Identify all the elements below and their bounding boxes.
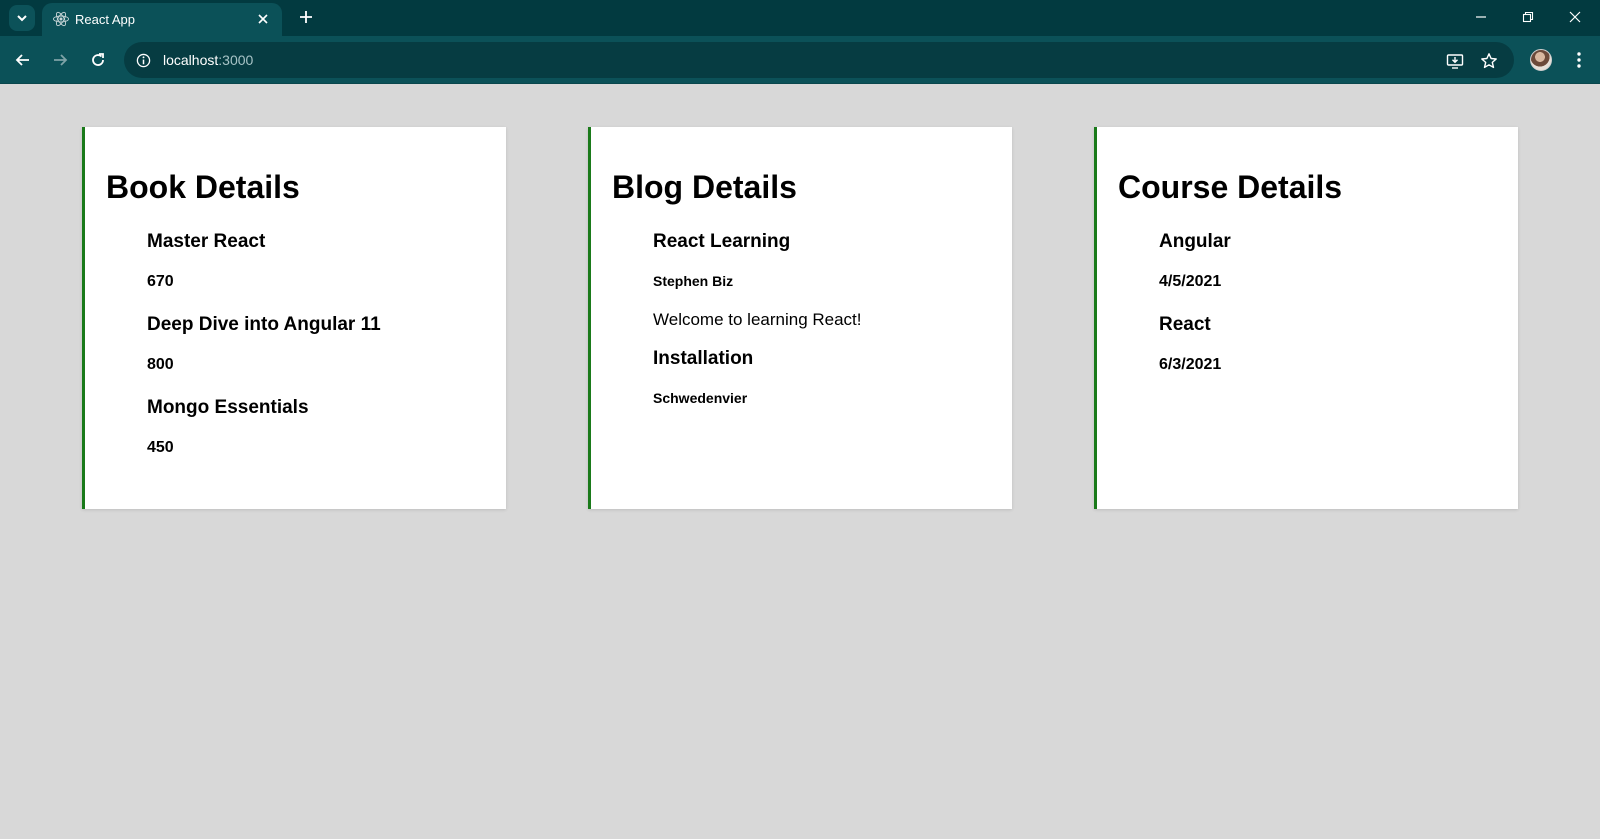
tab-title: React App [75, 12, 135, 27]
site-info-button[interactable] [134, 51, 152, 69]
blog-content: Welcome to learning React! [653, 310, 862, 329]
book-name: Master React [147, 231, 266, 252]
arrow-right-icon [54, 54, 68, 66]
restore-icon [1522, 11, 1534, 23]
course-item: Angular 4/5/2021 [1159, 231, 1508, 292]
blog-item: Installation Schwedenvier [653, 348, 1002, 407]
bookmark-button[interactable] [1478, 50, 1500, 72]
course-date: 4/5/2021 [1159, 273, 1222, 290]
course-details-card: Course Details Angular 4/5/2021 React 6/… [1094, 127, 1518, 509]
tab-strip: React App [0, 0, 1600, 36]
course-date: 6/3/2021 [1159, 356, 1222, 373]
blog-details-card: Blog Details React Learning Stephen Biz … [588, 127, 1012, 509]
back-button[interactable] [11, 48, 35, 72]
book-price: 450 [147, 439, 174, 456]
chevron-down-icon [17, 15, 27, 22]
install-app-button[interactable] [1444, 50, 1466, 72]
browser-toolbar: localhost:3000 [0, 36, 1600, 84]
kebab-menu-icon [1577, 52, 1581, 68]
plus-icon [300, 11, 312, 23]
forward-button[interactable] [48, 48, 72, 72]
blog-item: React Learning Stephen Biz Welcome to le… [653, 231, 1002, 330]
minimize-icon [1476, 16, 1486, 18]
react-logo-icon [53, 11, 69, 27]
blog-author: Stephen Biz [653, 273, 734, 289]
close-icon [258, 14, 268, 24]
star-icon [1481, 53, 1497, 69]
close-window-button[interactable] [1563, 6, 1587, 28]
blog-title: React Learning [653, 231, 791, 252]
address-bar[interactable]: localhost:3000 [124, 42, 1514, 78]
book-list: Master React 670 Deep Dive into Angular … [147, 231, 496, 458]
blog-list: React Learning Stephen Biz Welcome to le… [653, 231, 1002, 407]
arrow-left-icon [15, 54, 29, 66]
close-icon [1569, 11, 1581, 23]
url-port: :3000 [218, 52, 254, 68]
book-details-card: Book Details Master React 670 Deep Dive … [82, 127, 506, 509]
tab-search-button[interactable] [9, 5, 35, 31]
blog-title: Installation [653, 348, 754, 369]
tab-react-app[interactable]: React App [42, 3, 282, 36]
reload-button[interactable] [86, 48, 110, 72]
url-host: localhost [163, 52, 219, 68]
course-name: Angular [1159, 231, 1231, 252]
book-price: 670 [147, 273, 174, 290]
restore-button[interactable] [1516, 6, 1540, 28]
blog-details-heading: Blog Details [612, 169, 797, 205]
minimize-button[interactable] [1469, 6, 1493, 28]
tab-close-button[interactable] [254, 10, 272, 28]
install-app-icon [1446, 54, 1464, 69]
info-icon [136, 53, 150, 67]
blog-author: Schwedenvier [653, 390, 748, 406]
book-name: Deep Dive into Angular 11 [147, 314, 381, 335]
browser-menu-button[interactable] [1568, 48, 1590, 72]
book-item: Deep Dive into Angular 11 800 [147, 314, 496, 375]
book-price: 800 [147, 356, 174, 373]
reload-icon [92, 53, 104, 66]
book-item: Mongo Essentials 450 [147, 397, 496, 458]
course-list: Angular 4/5/2021 React 6/3/2021 [1159, 231, 1508, 375]
course-item: React 6/3/2021 [1159, 314, 1508, 375]
profile-avatar[interactable] [1530, 49, 1552, 71]
course-name: React [1159, 314, 1211, 335]
book-name: Mongo Essentials [147, 397, 309, 418]
url-text[interactable]: localhost:3000 [163, 52, 253, 68]
book-details-heading: Book Details [106, 169, 300, 205]
new-tab-button[interactable] [296, 7, 316, 27]
course-details-heading: Course Details [1118, 169, 1343, 205]
book-item: Master React 670 [147, 231, 496, 292]
